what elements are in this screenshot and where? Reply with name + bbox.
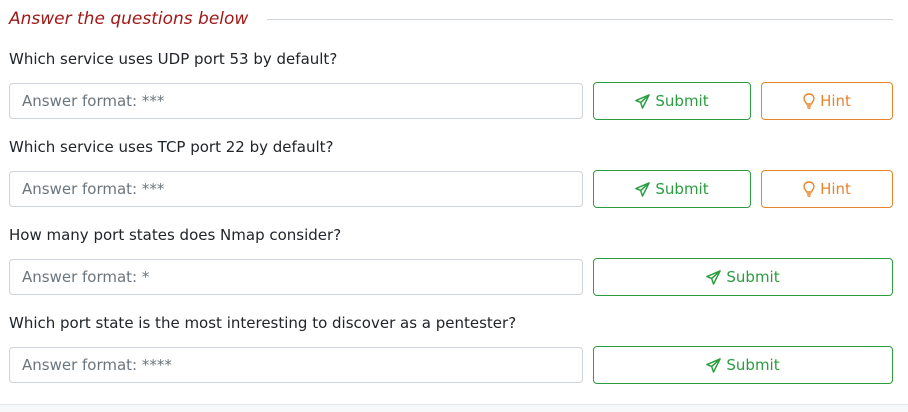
lightbulb-icon	[803, 181, 815, 197]
question-2-hint-button[interactable]: Hint	[761, 170, 893, 208]
lightbulb-icon	[803, 93, 815, 109]
submit-label: Submit	[655, 180, 709, 198]
question-3-answer-input[interactable]	[9, 259, 583, 295]
question-3-submit-button[interactable]: Submit	[593, 258, 893, 296]
paper-plane-icon	[706, 357, 722, 373]
question-1-answer-input[interactable]	[9, 83, 583, 119]
question-4-submit-button[interactable]: Submit	[593, 346, 893, 384]
question-4-label: Which port state is the most interesting…	[9, 314, 517, 332]
hint-label: Hint	[820, 92, 851, 110]
header-divider	[267, 19, 893, 20]
paper-plane-icon	[706, 269, 722, 285]
question-1-hint-button[interactable]: Hint	[761, 82, 893, 120]
section-title: Answer the questions below	[9, 9, 249, 29]
submit-label: Submit	[726, 268, 780, 286]
submit-label: Submit	[726, 356, 780, 374]
question-3-label: How many port states does Nmap consider?	[9, 226, 342, 244]
submit-label: Submit	[655, 92, 709, 110]
question-1-label: Which service uses UDP port 53 by defaul…	[9, 50, 338, 68]
question-1-submit-button[interactable]: Submit	[593, 82, 751, 120]
question-2-submit-button[interactable]: Submit	[593, 170, 751, 208]
questions-header: Answer the questions below	[9, 8, 893, 30]
panel-footer-strip	[0, 405, 908, 412]
paper-plane-icon	[635, 181, 651, 197]
question-4-answer-input[interactable]	[9, 347, 583, 383]
hint-label: Hint	[820, 180, 851, 198]
question-2-label: Which service uses TCP port 22 by defaul…	[9, 138, 334, 156]
paper-plane-icon	[635, 93, 651, 109]
question-2-answer-input[interactable]	[9, 171, 583, 207]
